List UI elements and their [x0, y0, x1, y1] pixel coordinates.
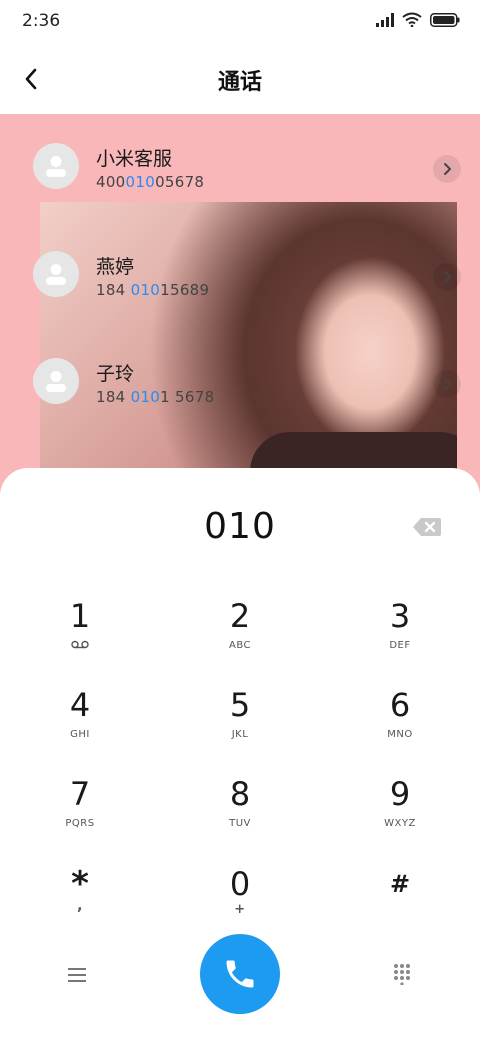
chevron-right-icon	[444, 163, 451, 175]
search-results: 小米客服 40001005678 燕婷 184 01015689 子玲 184 …	[0, 114, 480, 494]
contact-detail-button[interactable]	[433, 370, 461, 398]
menu-icon	[68, 968, 86, 982]
status-icons	[376, 12, 460, 27]
key-3[interactable]: 3 DEF	[340, 598, 460, 678]
status-time: 2:36	[22, 11, 61, 31]
header: 通话	[0, 44, 480, 114]
key-6[interactable]: 6 MNO	[340, 687, 460, 767]
contact-item[interactable]: 燕婷 184 01015689	[0, 222, 480, 318]
dialed-number[interactable]: 010	[0, 506, 480, 547]
contact-name: 小米客服	[96, 148, 173, 170]
page-title: 通话	[217, 70, 262, 95]
key-2[interactable]: 2 ABC	[180, 598, 300, 678]
chevron-right-icon	[444, 378, 451, 390]
avatar	[33, 251, 79, 297]
status-bar: 2:36	[0, 0, 480, 44]
signal-icon	[376, 12, 394, 27]
key-9[interactable]: 9 WXYZ	[340, 776, 460, 856]
contact-detail-button[interactable]	[433, 155, 461, 183]
dialpad-toggle-button[interactable]	[391, 963, 413, 986]
call-button[interactable]	[200, 934, 280, 1014]
voicemail-icon	[20, 640, 140, 652]
key-7[interactable]: 7 PQRS	[20, 776, 140, 856]
key-1[interactable]: 1	[20, 598, 140, 678]
key-5[interactable]: 5 JKL	[180, 687, 300, 767]
contact-number: 184 0101 5678	[96, 388, 215, 406]
backspace-icon	[413, 518, 441, 536]
bottom-bar	[0, 934, 480, 1014]
backspace-button[interactable]	[412, 516, 442, 538]
chevron-right-icon	[444, 271, 451, 283]
contact-detail-button[interactable]	[433, 263, 461, 291]
phone-icon	[226, 960, 254, 988]
contact-name: 子玲	[96, 363, 135, 385]
avatar	[33, 143, 79, 189]
contact-item[interactable]: 子玲 184 0101 5678	[0, 329, 480, 425]
contact-number: 184 01015689	[96, 281, 210, 299]
key-8[interactable]: 8 TUV	[180, 776, 300, 856]
wifi-icon	[402, 12, 422, 27]
contact-item[interactable]: 小米客服 40001005678	[0, 114, 480, 210]
person-icon	[46, 264, 66, 285]
person-icon	[46, 371, 66, 392]
contact-number: 40001005678	[96, 173, 205, 191]
person-icon	[46, 156, 66, 177]
key-4[interactable]: 4 GHI	[20, 687, 140, 767]
battery-icon	[430, 12, 460, 27]
contact-name: 燕婷	[96, 256, 135, 278]
menu-button[interactable]	[64, 965, 90, 985]
dialpad-grid-icon	[394, 964, 410, 986]
avatar	[33, 358, 79, 404]
